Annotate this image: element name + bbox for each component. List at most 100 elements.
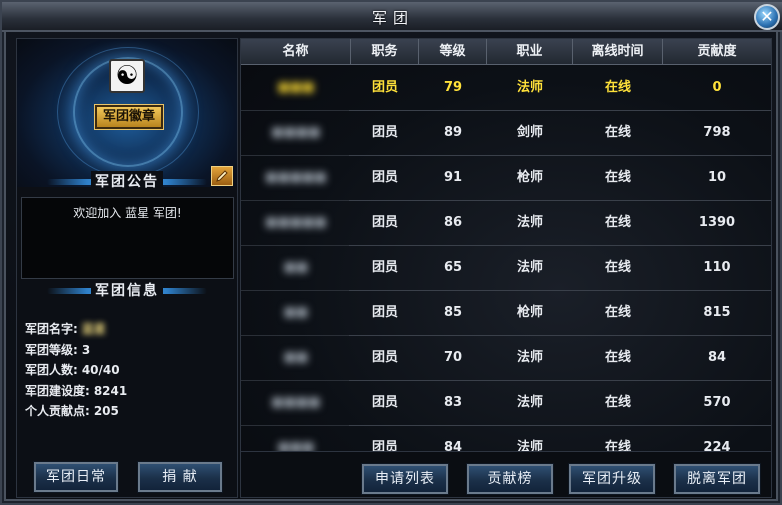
member-position: 团员 xyxy=(371,260,398,275)
window-title: 军团 xyxy=(371,9,414,27)
column-header-job[interactable]: 职业 xyxy=(487,39,573,65)
member-level: 85 xyxy=(443,305,463,320)
member-offline: 在线 xyxy=(604,80,631,95)
column-header-level[interactable]: 等级 xyxy=(419,39,487,65)
pencil-icon xyxy=(216,170,228,182)
table-row[interactable]: ■■■■ 团员 89 剑师 在线 798 xyxy=(241,111,771,156)
member-contribution: 84 xyxy=(707,350,727,365)
member-level: 84 xyxy=(443,440,463,451)
donate-button[interactable]: 捐 献 xyxy=(137,461,223,493)
info-label: 个人贡献点: xyxy=(25,404,90,418)
table-row[interactable]: ■■■ 团员 79 法师 在线 0 xyxy=(241,66,771,111)
table-header: 名称 职务 等级 职业 离线时间 贡献度 xyxy=(241,39,771,65)
announcement-title: 军团公告 xyxy=(91,171,163,191)
member-job: 法师 xyxy=(516,350,543,365)
info-row-name: 军团名字: 蓝星 xyxy=(25,320,127,341)
member-job: 法师 xyxy=(516,260,543,275)
member-name: ■■ xyxy=(283,260,309,275)
member-name: ■■■ xyxy=(277,440,315,451)
member-contribution: 798 xyxy=(703,125,731,140)
info-label: 军团名字: xyxy=(25,322,78,336)
table-row[interactable]: ■■■■■ 团员 91 枪师 在线 10 xyxy=(241,156,771,201)
member-name: ■■ xyxy=(283,350,309,365)
bottom-action-bar: 申请列表 贡献榜 军团升级 脱离军团 xyxy=(241,451,771,497)
member-offline: 在线 xyxy=(604,260,631,275)
leave-legion-button[interactable]: 脱离军团 xyxy=(673,463,761,495)
info-row-construction: 军团建设度: 8241 xyxy=(25,382,127,403)
member-job: 法师 xyxy=(516,80,543,95)
member-offline: 在线 xyxy=(604,350,631,365)
table-row[interactable]: ■■■■ 团员 83 法师 在线 570 xyxy=(241,381,771,426)
member-table-body: ■■■ 团员 79 法师 在线 0 ■■■■ 团员 89 剑师 在线 798 ■… xyxy=(241,66,771,451)
apply-list-button[interactable]: 申请列表 xyxy=(361,463,449,495)
legion-daily-button[interactable]: 军团日常 xyxy=(33,461,119,493)
member-position: 团员 xyxy=(371,305,398,320)
member-position: 团员 xyxy=(371,395,398,410)
table-row[interactable]: ■■ 团员 85 枪师 在线 815 xyxy=(241,291,771,336)
member-contribution: 110 xyxy=(703,260,731,275)
column-header-position[interactable]: 职务 xyxy=(351,39,419,65)
member-level: 86 xyxy=(443,215,463,230)
member-offline: 在线 xyxy=(604,395,631,410)
title-bar: 军团 ✕ xyxy=(2,2,782,32)
member-position: 团员 xyxy=(371,440,398,451)
legion-members-value: 40/40 xyxy=(81,363,120,377)
member-position: 团员 xyxy=(371,125,398,140)
legion-name-value: 蓝星 xyxy=(81,322,106,336)
legion-upgrade-button[interactable]: 军团升级 xyxy=(568,463,656,495)
close-icon[interactable]: ✕ xyxy=(754,4,780,30)
member-contribution: 570 xyxy=(703,395,731,410)
member-level: 79 xyxy=(443,80,463,95)
member-offline: 在线 xyxy=(604,170,631,185)
personal-contribution-value: 205 xyxy=(93,404,119,418)
member-name: ■■■■■ xyxy=(265,215,327,230)
member-position: 团员 xyxy=(371,170,398,185)
member-position: 团员 xyxy=(371,80,398,95)
table-row[interactable]: ■■ 团员 65 法师 在线 110 xyxy=(241,246,771,291)
member-level: 89 xyxy=(443,125,463,140)
member-offline: 在线 xyxy=(604,305,631,320)
table-row[interactable]: ■■■■■ 团员 86 法师 在线 1390 xyxy=(241,201,771,246)
info-label: 军团建设度: xyxy=(25,383,90,398)
member-job: 剑师 xyxy=(516,125,543,140)
member-list-panel: 名称 职务 等级 职业 离线时间 贡献度 ■■■ 团员 79 法师 在线 0 ■… xyxy=(240,38,772,498)
member-level: 70 xyxy=(443,350,463,365)
column-header-name[interactable]: 名称 xyxy=(241,39,351,65)
member-job: 枪师 xyxy=(516,170,543,185)
member-position: 团员 xyxy=(371,350,398,365)
emblem-area: ☯ 军团徽章 xyxy=(17,39,237,187)
info-label: 军团等级: xyxy=(25,342,78,357)
edit-announcement-button[interactable] xyxy=(211,166,233,186)
member-position: 团员 xyxy=(371,215,398,230)
member-contribution: 815 xyxy=(703,305,731,320)
member-job: 法师 xyxy=(516,395,543,410)
member-name: ■■■■ xyxy=(271,395,321,410)
contribution-ranking-button[interactable]: 贡献榜 xyxy=(466,463,554,495)
info-label: 军团人数: xyxy=(25,363,78,377)
emblem-button[interactable]: 军团徽章 xyxy=(94,104,164,130)
announcement-box: 欢迎加入 蓝星 军团! xyxy=(21,197,234,279)
info-row-members: 军团人数: 40/40 xyxy=(25,361,127,382)
member-name: ■■■■ xyxy=(271,125,321,140)
legion-construction-value: 8241 xyxy=(93,383,128,398)
info-header: 军团信息 xyxy=(17,280,237,300)
legion-level-value: 3 xyxy=(81,342,91,357)
member-name: ■■■ xyxy=(277,80,315,95)
member-job: 法师 xyxy=(516,215,543,230)
yin-yang-icon: ☯ xyxy=(109,59,145,93)
member-job: 法师 xyxy=(516,440,543,451)
announcement-text: 欢迎加入 蓝星 军团! xyxy=(73,206,182,220)
table-row[interactable]: ■■ 团员 70 法师 在线 84 xyxy=(241,336,771,381)
info-row-level: 军团等级: 3 xyxy=(25,341,127,362)
info-title: 军团信息 xyxy=(91,280,163,300)
table-row[interactable]: ■■■ 团员 84 法师 在线 224 xyxy=(241,426,771,451)
column-header-offline[interactable]: 离线时间 xyxy=(573,39,663,65)
member-contribution: 1390 xyxy=(698,215,736,230)
member-contribution: 10 xyxy=(707,170,727,185)
legion-info-list: 军团名字: 蓝星 军团等级: 3 军团人数: 40/40 军团建设度: 8241 个人贡… xyxy=(25,320,127,423)
column-header-contribution[interactable]: 贡献度 xyxy=(663,39,771,65)
announcement-header: 军团公告 xyxy=(17,171,237,191)
member-level: 65 xyxy=(443,260,463,275)
member-level: 83 xyxy=(443,395,463,410)
legion-window: 军团 ✕ ☯ 军团徽章 军团公告 欢迎加入 蓝星 军团! 军团信息 军团名字: … xyxy=(0,0,782,505)
